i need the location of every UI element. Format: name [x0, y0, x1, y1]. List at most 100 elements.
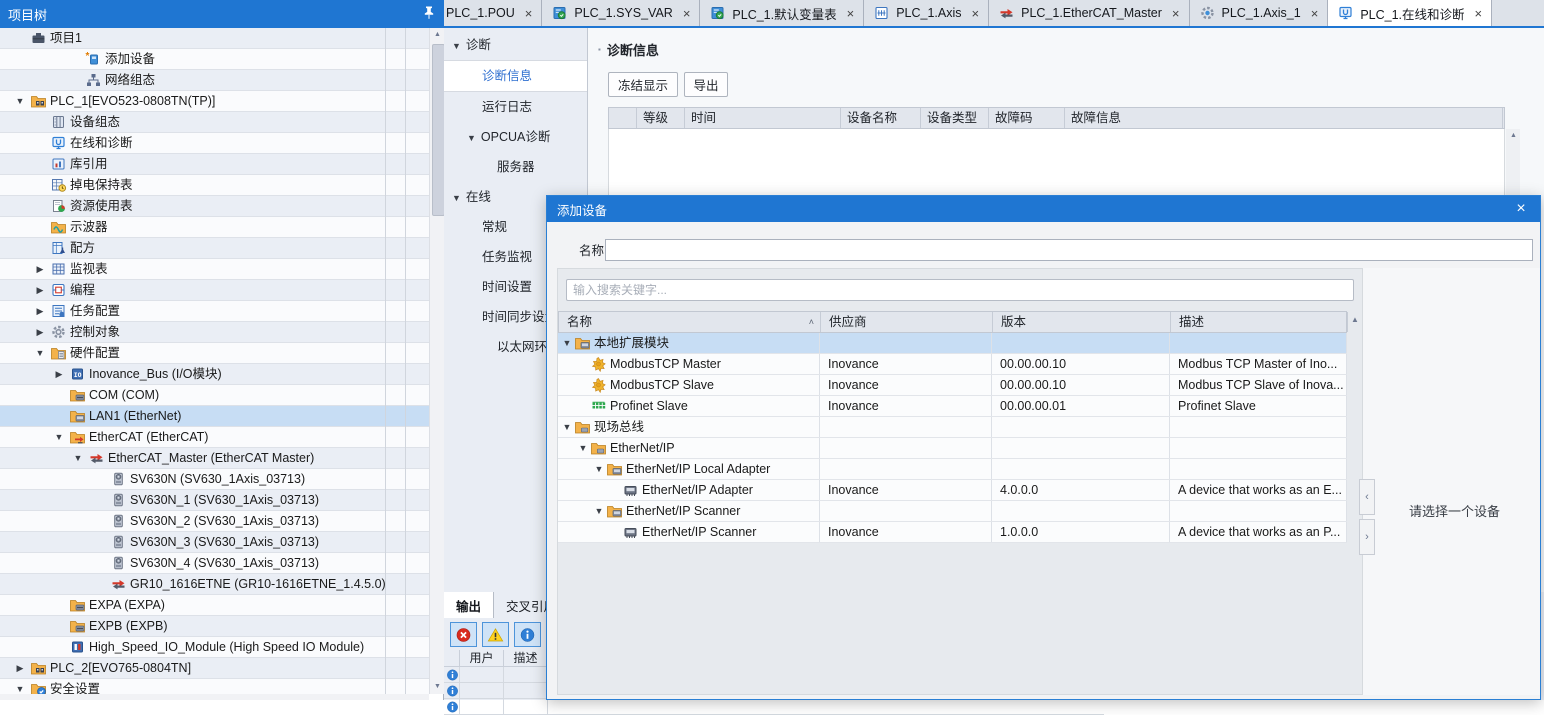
expand-arrow-icon[interactable]: ▶ — [52, 364, 66, 385]
device-row-5[interactable]: ▼EtherNet/IP — [558, 438, 1347, 459]
scroll-down-icon[interactable]: ▼ — [430, 680, 445, 694]
output-row[interactable] — [444, 699, 1104, 715]
collapse-arrow-icon[interactable]: ▼ — [593, 459, 605, 479]
diagnav-item-0[interactable]: ▼诊断 — [444, 30, 587, 60]
collapse-arrow-icon[interactable]: ▼ — [452, 193, 461, 203]
device-name-input[interactable] — [605, 239, 1533, 261]
tab-plc-1-sys-var[interactable]: PLC_1.SYS_VAR× — [542, 0, 700, 26]
close-icon[interactable]: × — [1475, 6, 1483, 21]
collapse-arrow-icon[interactable]: ▼ — [33, 343, 47, 364]
tab-plc-1-axis[interactable]: PLC_1.Axis× — [864, 0, 989, 26]
tree-item[interactable]: EXPB (EXPB) — [0, 616, 429, 637]
tab-plc-1-[interactable]: PLC_1.在线和诊断× — [1328, 0, 1492, 26]
tree-item[interactable]: ▼EtherCAT (EtherCAT) — [0, 427, 429, 448]
collapse-arrow-icon[interactable]: ▼ — [467, 133, 476, 143]
scroll-up-icon[interactable]: ▲ — [1506, 129, 1521, 143]
filter-error-button[interactable] — [450, 622, 477, 647]
expand-right-button[interactable]: › — [1359, 519, 1375, 555]
tree-item[interactable]: ▶任务配置 — [0, 301, 429, 322]
fault-col-header[interactable]: 设备类型 — [921, 108, 989, 128]
close-icon[interactable]: × — [847, 6, 855, 21]
close-icon[interactable]: × — [1512, 200, 1530, 218]
collapse-arrow-icon[interactable]: ▼ — [561, 417, 573, 437]
device-col-header[interactable]: 版本 — [993, 312, 1171, 332]
collapse-arrow-icon[interactable]: ▼ — [561, 333, 573, 353]
fault-col-header[interactable]: 故障码 — [989, 108, 1065, 128]
tree-item[interactable]: EXPA (EXPA) — [0, 595, 429, 616]
device-row-4[interactable]: ▼现场总线 — [558, 417, 1347, 438]
device-row-7[interactable]: EtherNet/IP AdapterInovance4.0.0.0A devi… — [558, 480, 1347, 501]
close-icon[interactable]: × — [683, 6, 691, 21]
fault-col-header[interactable]: 设备名称 — [841, 108, 921, 128]
scroll-up-icon[interactable]: ▲ — [430, 28, 445, 42]
dialog-titlebar[interactable]: 添加设备 × — [547, 196, 1540, 222]
sort-asc-icon[interactable]: ˄ — [809, 312, 814, 332]
diagnav-item-1[interactable]: 诊断信息 — [444, 60, 587, 92]
device-row-6[interactable]: ▼EtherNet/IP Local Adapter — [558, 459, 1347, 480]
export-button[interactable]: 导出 — [684, 72, 728, 97]
tree-item[interactable]: 设备组态 — [0, 112, 429, 133]
expand-arrow-icon[interactable]: ▶ — [33, 301, 47, 322]
expand-arrow-icon[interactable]: ▶ — [33, 280, 47, 301]
close-icon[interactable]: × — [1311, 6, 1319, 21]
tree-item[interactable]: COM (COM) — [0, 385, 429, 406]
collapse-arrow-icon[interactable]: ▼ — [13, 679, 27, 694]
device-row-1[interactable]: ModbusTCP MasterInovance00.00.00.10Modbu… — [558, 354, 1347, 375]
close-icon[interactable]: × — [1172, 6, 1180, 21]
tab-plc-1-axis-1[interactable]: PLC_1.Axis_1× — [1190, 0, 1329, 26]
tree-item[interactable]: ▶PLC_2[EVO765-0804TN] — [0, 658, 429, 679]
device-search-input[interactable] — [566, 279, 1354, 301]
fault-col-header[interactable]: 时间 — [685, 108, 841, 128]
fault-col-header[interactable]: 等级 — [637, 108, 685, 128]
close-icon[interactable]: × — [525, 6, 533, 21]
collapse-arrow-icon[interactable]: ▼ — [577, 438, 589, 458]
tree-item[interactable]: 库引用 — [0, 154, 429, 175]
tree-item[interactable]: SV630N_2 (SV630_1Axis_03713) — [0, 511, 429, 532]
device-row-9[interactable]: EtherNet/IP ScannerInovance1.0.0.0A devi… — [558, 522, 1347, 543]
collapse-arrow-icon[interactable]: ▼ — [452, 41, 461, 51]
tree-item[interactable]: ▶IOInovance_Bus (I/O模块) — [0, 364, 429, 385]
expand-arrow-icon[interactable]: ▶ — [13, 658, 27, 679]
tree-item[interactable]: High_Speed_IO_Module (High Speed IO Modu… — [0, 637, 429, 658]
tree-item[interactable]: ▼安全设置 — [0, 679, 429, 694]
tab-plc-1-[interactable]: PLC_1.默认变量表× — [700, 0, 864, 26]
filter-warning-button[interactable] — [482, 622, 509, 647]
collapse-arrow-icon[interactable]: ▼ — [71, 448, 85, 469]
expand-arrow-icon[interactable]: ▶ — [33, 259, 47, 280]
device-row-8[interactable]: ▼EtherNet/IP Scanner — [558, 501, 1347, 522]
tab-plc-1-ethercat-master[interactable]: PLC_1.EtherCAT_Master× — [989, 0, 1189, 26]
tree-item[interactable]: *添加设备 — [0, 49, 429, 70]
fault-col-header[interactable]: 故障信息 — [1065, 108, 1503, 128]
tree-item[interactable]: ▼PLC_1[EVO523-0808TN(TP)] — [0, 91, 429, 112]
tree-horizontal-scrollbar[interactable] — [0, 694, 429, 700]
tree-item[interactable]: GR10_1616ETNE (GR10-1616ETNE_1.4.5.0) — [0, 574, 429, 595]
expand-arrow-icon[interactable]: ▶ — [33, 322, 47, 343]
output-tab-0[interactable]: 输出 — [444, 592, 494, 618]
device-col-header[interactable]: 名称˄ — [559, 312, 821, 332]
tree-item[interactable]: 掉电保持表 — [0, 175, 429, 196]
collapse-arrow-icon[interactable]: ▼ — [593, 501, 605, 521]
scroll-up-icon[interactable]: ▲ — [1351, 315, 1359, 324]
collapse-arrow-icon[interactable]: ▼ — [13, 91, 27, 112]
device-row-3[interactable]: Profinet SlaveInovance00.00.00.01Profine… — [558, 396, 1347, 417]
tree-item[interactable]: ▼硬件配置 — [0, 343, 429, 364]
tree-item[interactable]: SV630N_3 (SV630_1Axis_03713) — [0, 532, 429, 553]
tree-item[interactable]: SV630N_1 (SV630_1Axis_03713) — [0, 490, 429, 511]
diagnav-item-2[interactable]: 运行日志 — [444, 92, 587, 122]
tree-item[interactable]: 项目1 — [0, 28, 429, 49]
tree-item[interactable]: SV630N (SV630_1Axis_03713) — [0, 469, 429, 490]
tree-item[interactable]: ▶监视表 — [0, 259, 429, 280]
device-row-2[interactable]: ModbusTCP SlaveInovance00.00.00.10Modbus… — [558, 375, 1347, 396]
tree-item[interactable]: ▼EtherCAT_Master (EtherCAT Master) — [0, 448, 429, 469]
diagnav-item-4[interactable]: 服务器 — [444, 152, 587, 182]
collapse-arrow-icon[interactable]: ▼ — [52, 427, 66, 448]
diagnav-item-3[interactable]: ▼OPCUA诊断 — [444, 122, 587, 152]
freeze-display-button[interactable]: 冻结显示 — [608, 72, 678, 97]
collapse-left-button[interactable]: ‹ — [1359, 479, 1375, 515]
tab-plc-1-pou[interactable]: PLC_1.POU× — [444, 0, 542, 26]
tree-item[interactable]: 配方 — [0, 238, 429, 259]
tree-item[interactable]: 在线和诊断 — [0, 133, 429, 154]
device-col-header[interactable]: 供应商 — [821, 312, 993, 332]
filter-info-button[interactable] — [514, 622, 541, 647]
pin-icon[interactable] — [422, 5, 436, 23]
